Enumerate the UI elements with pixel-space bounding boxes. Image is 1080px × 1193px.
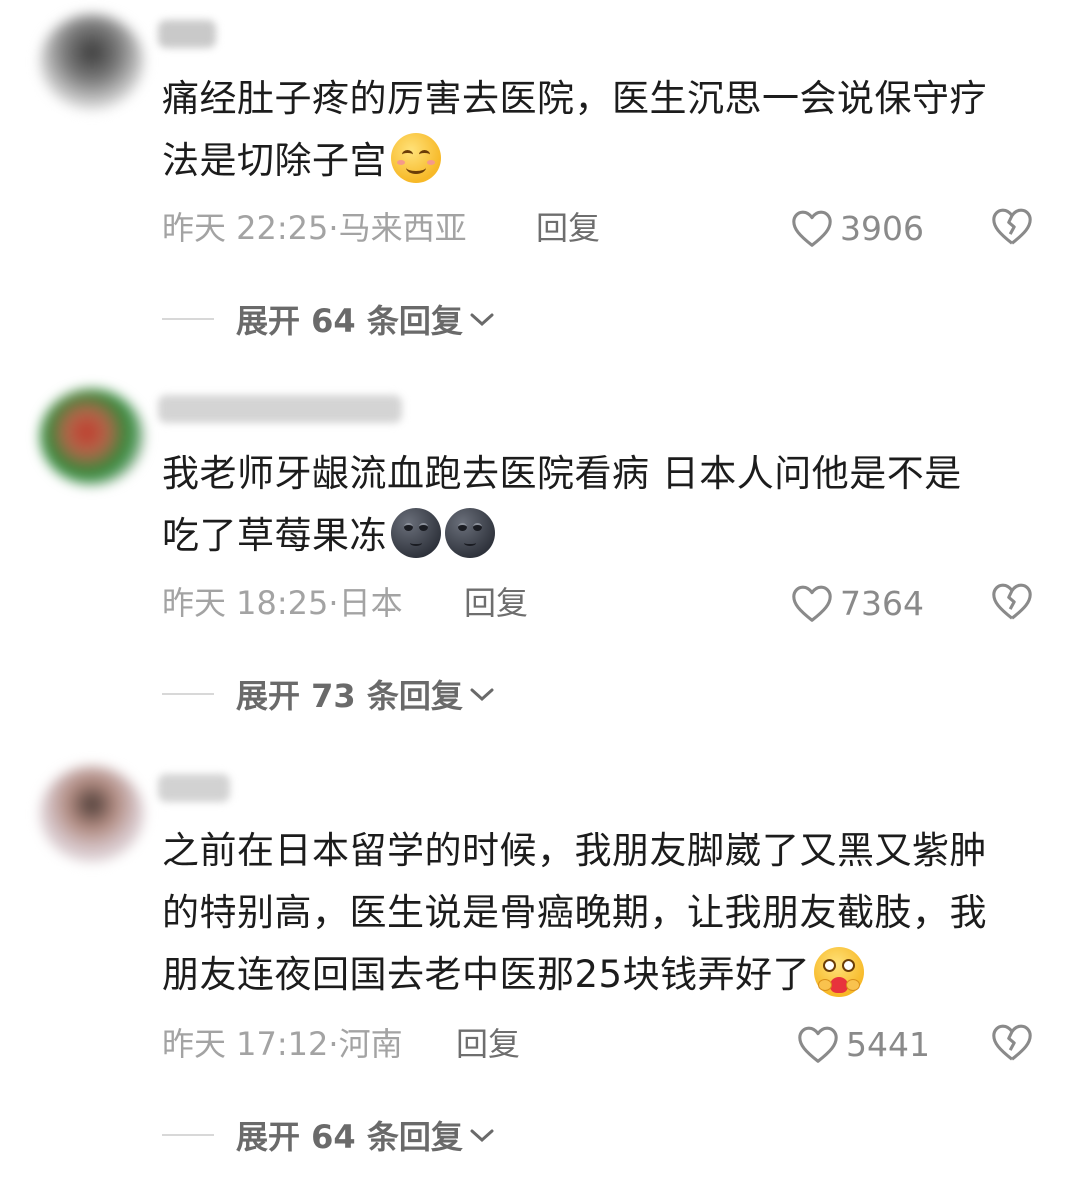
comment-text-line: 之前在日本留学的时候，我朋友脚崴了又黑又紫肿 bbox=[162, 829, 987, 872]
comment-meta: 昨天 18:25·日本 bbox=[162, 583, 403, 623]
heart-outline-icon bbox=[792, 210, 832, 247]
comment-location: 马来西亚 bbox=[338, 209, 467, 247]
expand-replies-label: 展开 73 条回复 bbox=[236, 677, 463, 715]
comment-text-line: 的特别高，医生说是骨癌晚期，让我朋友截肢，我 bbox=[162, 891, 987, 934]
username-blurred[interactable] bbox=[158, 20, 216, 48]
comment-text-fragment: 朋友连夜回国去老中医那25块钱弄好了 bbox=[162, 953, 811, 996]
expand-replies-label: 展开 64 条回复 bbox=[236, 302, 463, 340]
broken-heart-icon bbox=[992, 1024, 1032, 1061]
comment-text: 痛经肚子疼的厉害去医院，医生沉思一会说保守疗 法是切除子宫 bbox=[162, 68, 1042, 192]
divider-line bbox=[162, 1134, 214, 1136]
comment-text: 我老师牙龈流血跑去医院看病 日本人问他是不是 吃了草莓果冻 bbox=[162, 443, 1042, 567]
comment-text-fragment: 法是切除子宫 bbox=[162, 139, 387, 182]
like-button[interactable]: 3906 bbox=[790, 206, 924, 250]
dislike-button[interactable] bbox=[990, 206, 1034, 250]
expand-replies-button[interactable]: 展开 73 条回复 bbox=[162, 672, 497, 716]
meta-separator: · bbox=[328, 209, 339, 247]
meta-separator: · bbox=[328, 584, 339, 622]
comment-time: 昨天 17:12 bbox=[162, 1025, 329, 1063]
dislike-button[interactable] bbox=[990, 1022, 1034, 1066]
reply-button[interactable]: 回复 bbox=[536, 208, 600, 248]
comment-text-fragment: 吃了草莓果冻 bbox=[162, 514, 387, 557]
smiling-face-icon bbox=[391, 133, 441, 183]
comment-text-line: 痛经肚子疼的厉害去医院，医生沉思一会说保守疗 bbox=[162, 77, 987, 120]
like-count: 7364 bbox=[840, 583, 924, 623]
broken-heart-icon bbox=[992, 208, 1032, 245]
like-button[interactable]: 7364 bbox=[790, 581, 924, 625]
like-count: 5441 bbox=[846, 1024, 930, 1064]
expand-replies-button[interactable]: 展开 64 条回复 bbox=[162, 297, 497, 341]
like-count: 3906 bbox=[840, 208, 924, 248]
chevron-down-icon bbox=[470, 313, 494, 327]
expand-replies-label: 展开 64 条回复 bbox=[236, 1118, 463, 1156]
hugging-face-icon bbox=[814, 947, 865, 997]
expand-replies-button[interactable]: 展开 64 条回复 bbox=[162, 1113, 497, 1157]
like-button[interactable]: 5441 bbox=[796, 1022, 930, 1066]
comment-location: 日本 bbox=[338, 584, 403, 622]
comment-text-line: 我老师牙龈流血跑去医院看病 日本人问他是不是 bbox=[162, 452, 962, 495]
reply-button[interactable]: 回复 bbox=[464, 583, 528, 623]
comment-text-line: 吃了草莓果冻 bbox=[162, 505, 1042, 567]
dislike-button[interactable] bbox=[990, 581, 1034, 625]
comment-text-line: 朋友连夜回国去老中医那25块钱弄好了 bbox=[162, 944, 1042, 1006]
new-moon-face-icon bbox=[445, 508, 495, 558]
meta-separator: · bbox=[328, 1025, 339, 1063]
comment-time: 昨天 22:25 bbox=[162, 209, 329, 247]
divider-line bbox=[162, 693, 214, 695]
new-moon-face-icon bbox=[391, 508, 441, 558]
chevron-down-icon bbox=[470, 688, 494, 702]
broken-heart-icon bbox=[992, 583, 1032, 620]
comment-text-line: 法是切除子宫 bbox=[162, 130, 1042, 192]
avatar[interactable] bbox=[40, 389, 144, 485]
heart-outline-icon bbox=[798, 1026, 838, 1063]
chevron-down-icon bbox=[470, 1129, 494, 1143]
username-blurred[interactable] bbox=[158, 774, 230, 802]
avatar[interactable] bbox=[40, 766, 144, 862]
reply-button[interactable]: 回复 bbox=[456, 1024, 520, 1064]
divider-line bbox=[162, 318, 214, 320]
comment-location: 河南 bbox=[338, 1025, 403, 1063]
heart-outline-icon bbox=[792, 585, 832, 622]
comment-meta: 昨天 22:25·马来西亚 bbox=[162, 208, 467, 248]
comment-text: 之前在日本留学的时候，我朋友脚崴了又黑又紫肿 的特别高，医生说是骨癌晚期，让我朋… bbox=[162, 820, 1042, 1006]
avatar[interactable] bbox=[40, 14, 144, 110]
comment-time: 昨天 18:25 bbox=[162, 584, 329, 622]
username-blurred[interactable] bbox=[158, 395, 402, 423]
comment-meta: 昨天 17:12·河南 bbox=[162, 1024, 403, 1064]
